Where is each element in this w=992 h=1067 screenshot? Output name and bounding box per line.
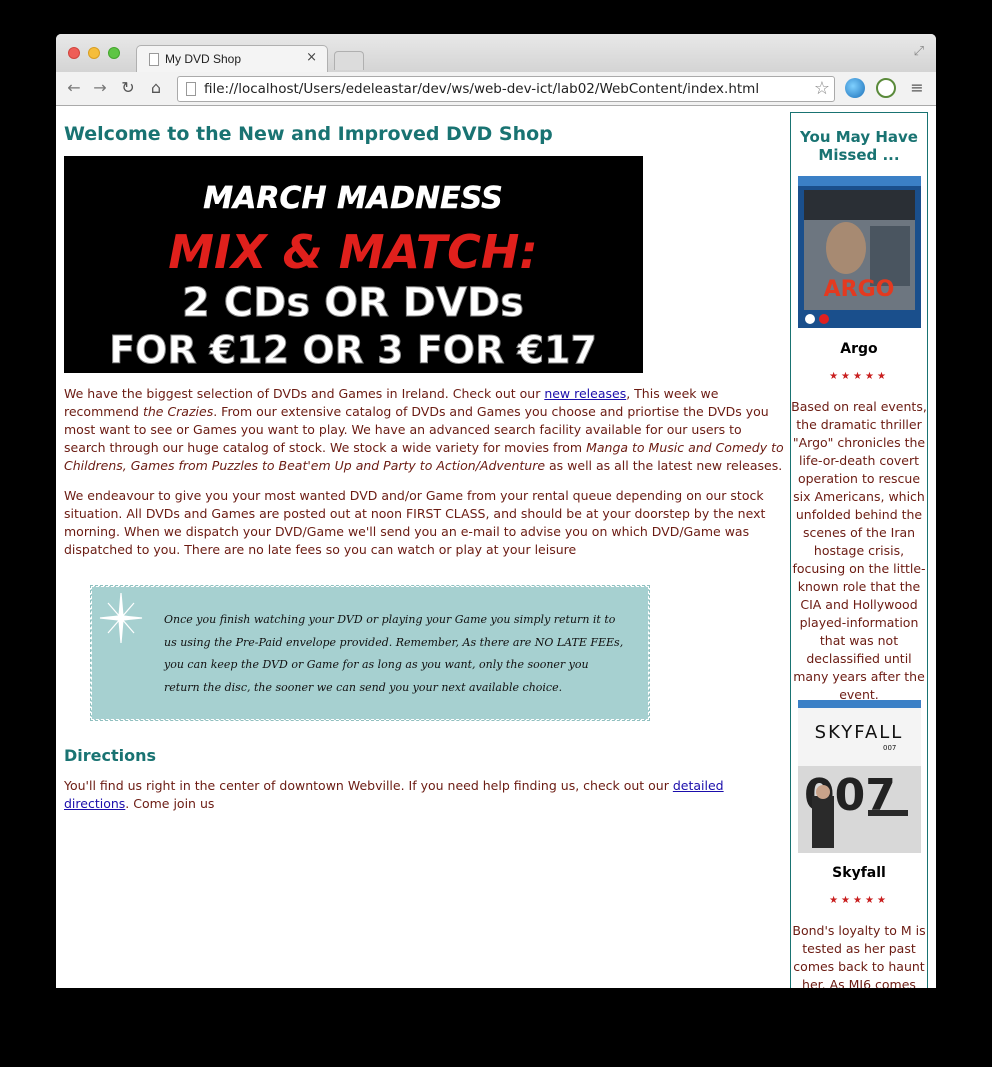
zoom-window-button[interactable] <box>108 47 120 59</box>
skyfall-cover-subtitle: 007 <box>883 744 896 752</box>
intro-text: We have the biggest selection of DVDs an… <box>64 386 545 401</box>
argo-cover-image[interactable]: ARGO <box>798 176 921 328</box>
browser-window: My DVD Shop × ⤢ ← → ↻ ⌂ file://localhost… <box>56 34 936 988</box>
directions-paragraph: You'll find us right in the center of do… <box>64 777 786 813</box>
rating-stars-skyfall: ★★★★★ <box>829 895 889 906</box>
argo-cover-title: ARGO <box>824 277 895 302</box>
intro-text: as well as all the latest new releases. <box>545 458 783 473</box>
movie-description-argo: Based on real events, the dramatic thril… <box>791 399 927 702</box>
promo-banner[interactable]: MARCH MADNESS MIX & MATCH: 2 CDs OR DVDs… <box>64 156 643 373</box>
tab-bar: My DVD Shop × ⤢ <box>56 34 936 72</box>
page-title: Welcome to the New and Improved DVD Shop <box>64 123 553 145</box>
banner-line-3: 2 CDs OR DVDs <box>182 280 524 326</box>
quote-text: Once you finish watching your DVD or pla… <box>164 613 624 694</box>
banner-line-4: FOR €12 OR 3 FOR €17 <box>109 328 597 372</box>
close-window-button[interactable] <box>68 47 80 59</box>
minimize-window-button[interactable] <box>88 47 100 59</box>
page-icon <box>149 53 159 66</box>
skyfall-cover-title: SKYFALL <box>815 722 904 743</box>
url-text: file://localhost/Users/edeleastar/dev/ws… <box>204 81 760 97</box>
tab-my-dvd-shop[interactable]: My DVD Shop × <box>136 45 328 72</box>
sidebar-title: You May Have Missed ... <box>800 128 918 164</box>
fullscreen-icon[interactable]: ⤢ <box>914 44 924 59</box>
home-icon[interactable]: ⌂ <box>146 78 166 97</box>
sidebar: You May Have Missed ... ARGO Argo ★★★★★ … <box>790 112 928 988</box>
banner-line-1: MARCH MADNESS <box>203 181 502 216</box>
recommended-title: the Crazies <box>142 404 214 419</box>
new-releases-link[interactable]: new releases <box>544 386 626 401</box>
directions-text: You'll find us right in the center of do… <box>64 778 673 793</box>
page-icon <box>186 82 196 96</box>
intro-paragraph: We have the biggest selection of DVDs an… <box>64 385 786 475</box>
sparkle-icon <box>99 592 143 644</box>
banner-line-2: MIX & MATCH: <box>168 225 538 279</box>
rating-stars-argo: ★★★★★ <box>829 371 889 382</box>
forward-icon[interactable]: → <box>90 78 110 97</box>
history-clock-icon[interactable] <box>876 78 896 98</box>
browser-toolbar: ← → ↻ ⌂ file://localhost/Users/edeleasta… <box>56 72 936 106</box>
new-tab-button[interactable] <box>334 51 364 70</box>
globe-extension-icon[interactable] <box>845 78 865 98</box>
menu-icon[interactable]: ≡ <box>907 78 927 97</box>
movie-title-skyfall: Skyfall <box>832 865 886 881</box>
address-bar[interactable]: file://localhost/Users/edeleastar/dev/ws… <box>177 76 835 102</box>
page-content: Welcome to the New and Improved DVD Shop… <box>56 106 936 988</box>
movie-title-argo: Argo <box>840 341 878 357</box>
reload-icon[interactable]: ↻ <box>118 78 138 97</box>
return-policy-quote: Once you finish watching your DVD or pla… <box>90 585 650 721</box>
directions-text: . Come join us <box>125 796 215 811</box>
tab-close-icon[interactable]: × <box>306 50 317 65</box>
delivery-paragraph: We endeavour to give you your most wante… <box>64 488 766 557</box>
directions-heading: Directions <box>64 746 157 765</box>
tab-title: My DVD Shop <box>165 52 242 66</box>
movie-description-skyfall: Bond's loyalty to M is tested as her pas… <box>792 923 926 988</box>
back-icon[interactable]: ← <box>64 78 84 97</box>
skyfall-cover-image[interactable]: SKYFALL 007 007 <box>798 700 921 853</box>
bookmark-star-icon[interactable]: ☆ <box>814 78 830 99</box>
